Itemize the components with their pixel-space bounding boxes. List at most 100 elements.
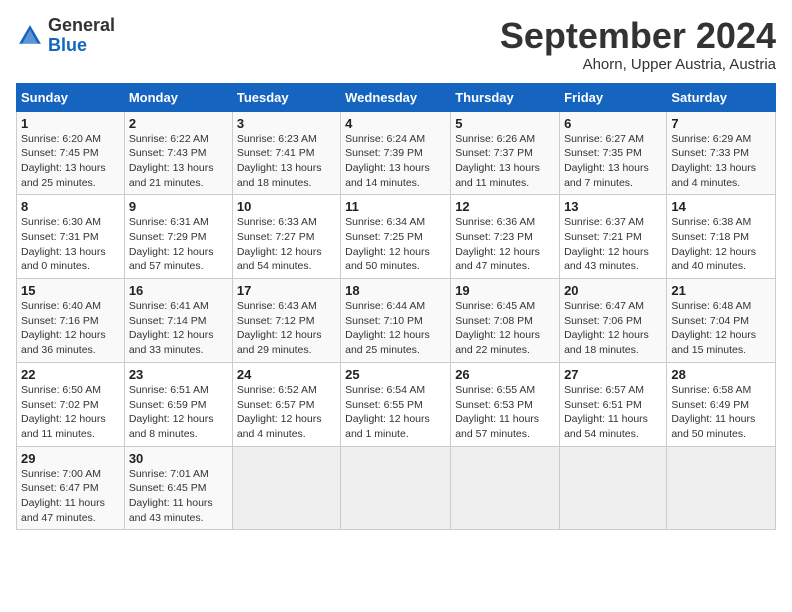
day-info: Sunrise: 6:36 AM Sunset: 7:23 PM Dayligh… [455,215,555,274]
day-number: 9 [129,199,228,214]
title-block: September 2024 Ahorn, Upper Austria, Aus… [500,16,776,73]
day-info: Sunrise: 6:50 AM Sunset: 7:02 PM Dayligh… [21,383,120,442]
day-info: Sunrise: 6:40 AM Sunset: 7:16 PM Dayligh… [21,299,120,358]
day-number: 6 [564,116,662,131]
day-cell: 18Sunrise: 6:44 AM Sunset: 7:10 PM Dayli… [341,279,451,363]
day-cell [560,446,667,530]
day-cell [451,446,560,530]
day-cell: 13Sunrise: 6:37 AM Sunset: 7:21 PM Dayli… [560,195,667,279]
col-header-tuesday: Tuesday [232,83,340,111]
day-cell: 29Sunrise: 7:00 AM Sunset: 6:47 PM Dayli… [17,446,125,530]
location-subtitle: Ahorn, Upper Austria, Austria [500,56,776,73]
day-cell: 6Sunrise: 6:27 AM Sunset: 7:35 PM Daylig… [560,111,667,195]
day-cell: 1Sunrise: 6:20 AM Sunset: 7:45 PM Daylig… [17,111,125,195]
day-number: 8 [21,199,120,214]
day-number: 15 [21,283,120,298]
day-number: 12 [455,199,555,214]
column-header-row: SundayMondayTuesdayWednesdayThursdayFrid… [17,83,776,111]
day-number: 29 [21,451,120,466]
week-row-4: 22Sunrise: 6:50 AM Sunset: 7:02 PM Dayli… [17,362,776,446]
day-info: Sunrise: 6:58 AM Sunset: 6:49 PM Dayligh… [671,383,771,442]
day-cell: 28Sunrise: 6:58 AM Sunset: 6:49 PM Dayli… [667,362,776,446]
day-info: Sunrise: 6:38 AM Sunset: 7:18 PM Dayligh… [671,215,771,274]
day-number: 11 [345,199,446,214]
day-cell: 27Sunrise: 6:57 AM Sunset: 6:51 PM Dayli… [560,362,667,446]
day-cell: 10Sunrise: 6:33 AM Sunset: 7:27 PM Dayli… [232,195,340,279]
day-info: Sunrise: 6:37 AM Sunset: 7:21 PM Dayligh… [564,215,662,274]
day-info: Sunrise: 7:00 AM Sunset: 6:47 PM Dayligh… [21,467,120,526]
day-info: Sunrise: 6:22 AM Sunset: 7:43 PM Dayligh… [129,132,228,191]
day-info: Sunrise: 6:27 AM Sunset: 7:35 PM Dayligh… [564,132,662,191]
day-cell: 4Sunrise: 6:24 AM Sunset: 7:39 PM Daylig… [341,111,451,195]
day-cell: 21Sunrise: 6:48 AM Sunset: 7:04 PM Dayli… [667,279,776,363]
day-info: Sunrise: 6:31 AM Sunset: 7:29 PM Dayligh… [129,215,228,274]
col-header-friday: Friday [560,83,667,111]
day-number: 16 [129,283,228,298]
day-info: Sunrise: 6:30 AM Sunset: 7:31 PM Dayligh… [21,215,120,274]
day-info: Sunrise: 6:24 AM Sunset: 7:39 PM Dayligh… [345,132,446,191]
day-number: 4 [345,116,446,131]
calendar-table: SundayMondayTuesdayWednesdayThursdayFrid… [16,83,776,531]
day-info: Sunrise: 6:20 AM Sunset: 7:45 PM Dayligh… [21,132,120,191]
day-cell: 20Sunrise: 6:47 AM Sunset: 7:06 PM Dayli… [560,279,667,363]
day-info: Sunrise: 6:47 AM Sunset: 7:06 PM Dayligh… [564,299,662,358]
day-number: 28 [671,367,771,382]
day-cell: 19Sunrise: 6:45 AM Sunset: 7:08 PM Dayli… [451,279,560,363]
day-info: Sunrise: 6:45 AM Sunset: 7:08 PM Dayligh… [455,299,555,358]
logo: General Blue [16,16,115,56]
day-info: Sunrise: 7:01 AM Sunset: 6:45 PM Dayligh… [129,467,228,526]
day-cell [232,446,340,530]
day-cell: 5Sunrise: 6:26 AM Sunset: 7:37 PM Daylig… [451,111,560,195]
day-number: 22 [21,367,120,382]
logo-text: General Blue [48,16,115,56]
day-cell [341,446,451,530]
week-row-5: 29Sunrise: 7:00 AM Sunset: 6:47 PM Dayli… [17,446,776,530]
col-header-saturday: Saturday [667,83,776,111]
day-cell: 7Sunrise: 6:29 AM Sunset: 7:33 PM Daylig… [667,111,776,195]
day-info: Sunrise: 6:26 AM Sunset: 7:37 PM Dayligh… [455,132,555,191]
day-info: Sunrise: 6:48 AM Sunset: 7:04 PM Dayligh… [671,299,771,358]
day-number: 20 [564,283,662,298]
day-cell: 22Sunrise: 6:50 AM Sunset: 7:02 PM Dayli… [17,362,125,446]
day-number: 3 [237,116,336,131]
day-cell: 2Sunrise: 6:22 AM Sunset: 7:43 PM Daylig… [124,111,232,195]
day-number: 25 [345,367,446,382]
day-info: Sunrise: 6:55 AM Sunset: 6:53 PM Dayligh… [455,383,555,442]
day-cell: 9Sunrise: 6:31 AM Sunset: 7:29 PM Daylig… [124,195,232,279]
col-header-thursday: Thursday [451,83,560,111]
col-header-monday: Monday [124,83,232,111]
day-number: 30 [129,451,228,466]
day-cell: 30Sunrise: 7:01 AM Sunset: 6:45 PM Dayli… [124,446,232,530]
day-number: 1 [21,116,120,131]
day-number: 13 [564,199,662,214]
logo-general: General [48,15,115,35]
day-info: Sunrise: 6:52 AM Sunset: 6:57 PM Dayligh… [237,383,336,442]
day-cell: 15Sunrise: 6:40 AM Sunset: 7:16 PM Dayli… [17,279,125,363]
day-number: 10 [237,199,336,214]
day-info: Sunrise: 6:43 AM Sunset: 7:12 PM Dayligh… [237,299,336,358]
week-row-1: 1Sunrise: 6:20 AM Sunset: 7:45 PM Daylig… [17,111,776,195]
day-info: Sunrise: 6:41 AM Sunset: 7:14 PM Dayligh… [129,299,228,358]
day-number: 5 [455,116,555,131]
day-info: Sunrise: 6:54 AM Sunset: 6:55 PM Dayligh… [345,383,446,442]
day-info: Sunrise: 6:57 AM Sunset: 6:51 PM Dayligh… [564,383,662,442]
day-number: 19 [455,283,555,298]
day-number: 17 [237,283,336,298]
day-number: 21 [671,283,771,298]
col-header-wednesday: Wednesday [341,83,451,111]
day-number: 27 [564,367,662,382]
col-header-sunday: Sunday [17,83,125,111]
day-info: Sunrise: 6:51 AM Sunset: 6:59 PM Dayligh… [129,383,228,442]
day-number: 14 [671,199,771,214]
month-title: September 2024 [500,16,776,56]
day-cell: 23Sunrise: 6:51 AM Sunset: 6:59 PM Dayli… [124,362,232,446]
day-cell: 17Sunrise: 6:43 AM Sunset: 7:12 PM Dayli… [232,279,340,363]
day-info: Sunrise: 6:34 AM Sunset: 7:25 PM Dayligh… [345,215,446,274]
day-number: 23 [129,367,228,382]
header: General Blue September 2024 Ahorn, Upper… [16,16,776,73]
day-cell: 24Sunrise: 6:52 AM Sunset: 6:57 PM Dayli… [232,362,340,446]
day-info: Sunrise: 6:29 AM Sunset: 7:33 PM Dayligh… [671,132,771,191]
day-cell [667,446,776,530]
day-info: Sunrise: 6:44 AM Sunset: 7:10 PM Dayligh… [345,299,446,358]
day-cell: 3Sunrise: 6:23 AM Sunset: 7:41 PM Daylig… [232,111,340,195]
